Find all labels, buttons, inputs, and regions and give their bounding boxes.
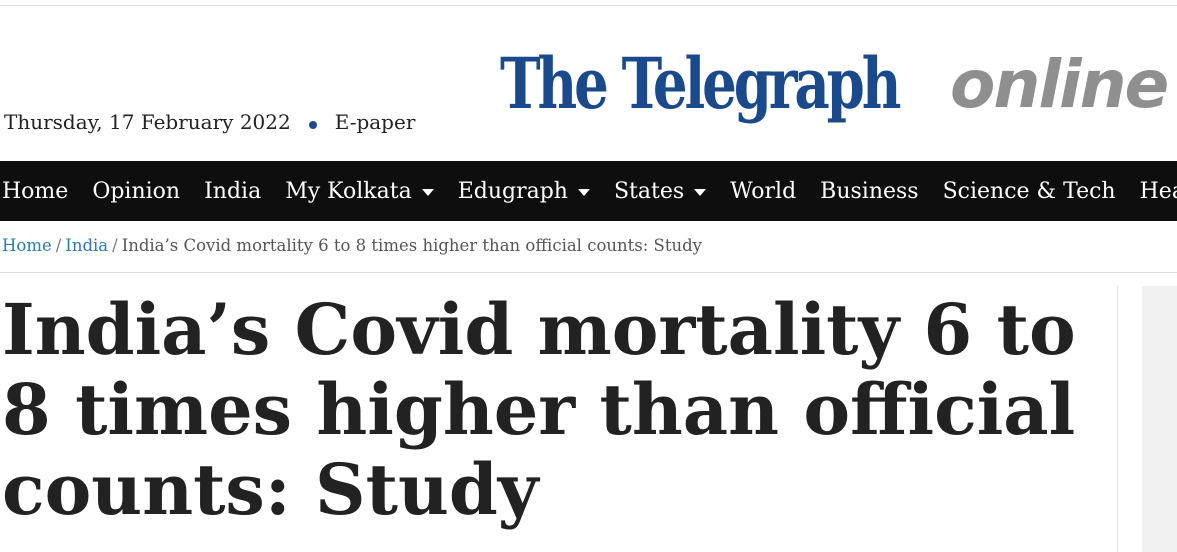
nav-item-my-kolkata[interactable]: My Kolkata [273,179,445,204]
nav-item-states[interactable]: States [602,179,718,204]
nav-item-home[interactable]: Home [0,179,80,204]
nav-label: World [730,178,797,204]
top-rule [0,5,1177,6]
main-navigation: Home Opinion India My Kolkata Edugraph S… [0,161,1177,221]
nav-label: Health [1139,178,1177,204]
nav-item-world[interactable]: World [718,179,808,204]
nav-label: Opinion [92,178,181,204]
epaper-link[interactable]: E-paper [335,110,416,134]
sidebar-ad-panel [1142,286,1177,552]
logo-online-text: online [950,46,1169,123]
breadcrumb-separator: / [112,236,118,255]
breadcrumb-divider [0,272,1177,273]
header-dateline: Thursday, 17 February 2022 E-paper [4,110,415,134]
nav-label: India [204,178,262,204]
breadcrumb-section-link[interactable]: India [65,236,108,255]
nav-item-india[interactable]: India [192,179,273,204]
nav-label: My Kolkata [285,178,412,204]
bullet-icon [308,121,317,129]
breadcrumb-home-link[interactable]: Home [2,236,52,255]
nav-item-health[interactable]: Health [1128,179,1177,204]
column-divider [1117,286,1118,552]
breadcrumb: Home / India / India’s Covid mortality 6 to … [2,236,702,255]
nav-label: Science & Tech [942,178,1116,204]
nav-item-science-tech[interactable]: Science & Tech [931,179,1128,204]
nav-label: States [613,178,685,204]
logo-brand-text: The Telegraph [500,42,901,125]
chevron-down-icon [421,188,434,196]
nav-label: Edugraph [457,178,568,204]
nav-label: Business [820,178,919,204]
breadcrumb-current: India’s Covid mortality 6 to 8 times hig… [121,236,702,255]
article-headline: India’s Covid mortality 6 to 8 times hig… [2,288,1076,531]
current-date: Thursday, 17 February 2022 [4,110,291,134]
breadcrumb-separator: / [55,236,62,255]
nav-item-opinion[interactable]: Opinion [80,179,192,204]
chevron-down-icon [577,188,590,196]
nav-label: Home [2,178,69,204]
chevron-down-icon [694,188,707,196]
nav-item-edugraph[interactable]: Edugraph [446,179,602,204]
nav-item-business[interactable]: Business [808,179,930,204]
